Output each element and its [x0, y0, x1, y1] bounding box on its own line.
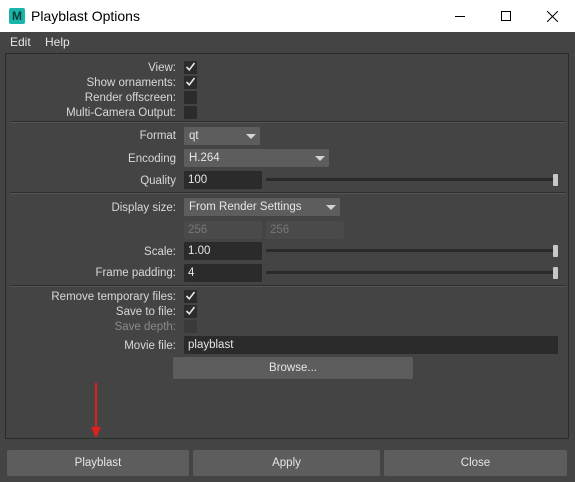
red-arrow-icon	[91, 383, 101, 438]
close-button[interactable]	[529, 0, 575, 32]
frame-padding-label: Frame padding:	[95, 267, 176, 279]
save-depth-label: Save depth:	[114, 321, 176, 333]
format-dropdown[interactable]: qt	[184, 127, 260, 145]
multi-camera-checkbox[interactable]	[184, 106, 197, 119]
window-title: Playblast Options	[31, 8, 140, 24]
scale-slider[interactable]	[266, 249, 558, 252]
movie-file-label: Movie file:	[124, 340, 176, 352]
format-label: Format	[139, 130, 176, 142]
scale-field[interactable]: 1.00	[184, 242, 262, 260]
scale-label: Scale:	[144, 246, 176, 258]
separator	[10, 121, 566, 123]
maximize-button[interactable]	[483, 0, 529, 32]
movie-file-field[interactable]: playblast	[184, 336, 558, 354]
multi-camera-label: Multi-Camera Output:	[66, 107, 176, 119]
quality-slider[interactable]	[266, 178, 558, 181]
browse-button[interactable]: Browse...	[173, 357, 413, 379]
close-dialog-button[interactable]: Close	[384, 450, 567, 476]
remove-temp-checkbox[interactable]	[184, 290, 197, 303]
chevron-down-icon	[322, 198, 340, 216]
save-to-file-checkbox[interactable]	[184, 305, 197, 318]
scale-slider-handle[interactable]	[553, 245, 558, 257]
view-label: View:	[148, 62, 176, 74]
maximize-icon	[501, 11, 511, 21]
frame-padding-slider[interactable]	[266, 271, 558, 274]
show-ornaments-label: Show ornaments:	[86, 77, 177, 89]
remove-temp-label: Remove temporary files:	[51, 291, 176, 303]
menu-bar: Edit Help	[0, 32, 575, 52]
view-checkbox[interactable]	[184, 61, 197, 74]
checkmark-icon	[185, 306, 196, 316]
show-ornaments-checkbox[interactable]	[184, 76, 197, 89]
separator	[10, 285, 566, 287]
render-offscreen-checkbox[interactable]	[184, 91, 197, 104]
display-size-value: From Render Settings	[189, 201, 302, 213]
quality-field[interactable]: 100	[184, 171, 262, 189]
display-height-field: 256	[266, 221, 344, 239]
close-icon	[546, 10, 558, 22]
title-bar: M Playblast Options	[0, 0, 575, 32]
minimize-button[interactable]	[437, 0, 483, 32]
save-depth-checkbox	[184, 320, 197, 333]
display-size-label: Display size:	[111, 202, 176, 214]
display-size-dropdown[interactable]: From Render Settings	[184, 198, 340, 216]
render-offscreen-label: Render offscreen:	[84, 92, 176, 104]
encoding-dropdown[interactable]: H.264	[184, 149, 329, 167]
playblast-button[interactable]: Playblast	[7, 450, 189, 476]
menu-edit[interactable]: Edit	[10, 35, 31, 49]
frame-padding-slider-handle[interactable]	[553, 267, 558, 279]
save-to-file-label: Save to file:	[115, 306, 176, 318]
chevron-down-icon	[242, 127, 260, 145]
encoding-label: Encoding	[128, 153, 176, 165]
frame-padding-field[interactable]: 4	[184, 264, 262, 282]
maya-icon: M	[9, 8, 25, 24]
checkmark-icon	[185, 77, 196, 87]
format-value: qt	[189, 130, 199, 142]
chevron-down-icon	[311, 149, 329, 167]
checkmark-icon	[185, 62, 196, 72]
encoding-value: H.264	[189, 152, 220, 164]
apply-button[interactable]: Apply	[193, 450, 380, 476]
menu-help[interactable]: Help	[45, 35, 70, 49]
minimize-icon	[455, 16, 465, 17]
separator	[10, 192, 566, 194]
quality-slider-handle[interactable]	[553, 174, 558, 186]
quality-label: Quality	[140, 175, 176, 187]
display-width-field: 256	[184, 221, 262, 239]
checkmark-icon	[185, 291, 196, 301]
